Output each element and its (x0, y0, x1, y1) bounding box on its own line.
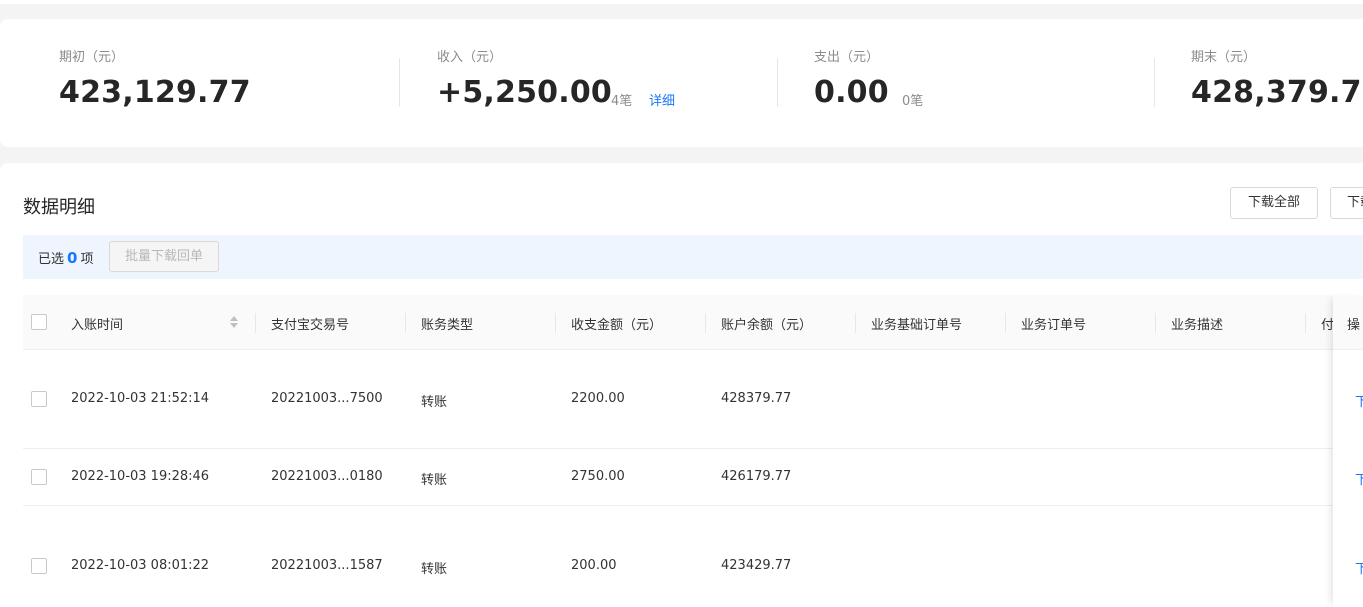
expense-count: 0笔 (902, 94, 924, 109)
table-row: 2022-10-03 08:01:22 20221003...1587 转账 2… (23, 506, 1363, 607)
opening-value: 423,129.77 (59, 75, 251, 110)
cell-balance: 426179.77 (721, 469, 792, 484)
summary-card: 期初（元） 423,129.77 收入（元） +5,250.00 4笔 详细 支… (0, 19, 1363, 147)
income-detail-link[interactable]: 详细 (649, 90, 675, 109)
column-divider (1305, 313, 1306, 333)
summary-opening: 期初（元） 423,129.77 (59, 19, 389, 147)
income-count: 4笔 (611, 94, 633, 109)
column-divider (405, 313, 406, 333)
top-strip (0, 0, 1363, 4)
selection-bar: 已选 0 项 批量下载回单 (23, 235, 1363, 279)
cell-trade-no: 20221003...0180 (271, 469, 383, 484)
download-receipt-link[interactable]: 下 (1355, 558, 1363, 577)
cell-trade-no: 20221003...7500 (271, 391, 383, 406)
table-row: 2022-10-03 21:52:14 20221003...7500 转账 2… (23, 350, 1363, 449)
selection-count: 0 (67, 249, 78, 267)
column-header-description: 业务描述 (1171, 318, 1224, 333)
column-header-order: 业务订单号 (1021, 318, 1087, 333)
row-checkbox[interactable] (31, 391, 47, 407)
download-receipt-link[interactable]: 下 (1355, 391, 1363, 410)
cell-time: 2022-10-03 19:28:46 (71, 469, 210, 484)
closing-label: 期末（元） (1191, 50, 1257, 65)
cell-type: 转账 (421, 395, 448, 410)
cell-time: 2022-10-03 08:01:22 (71, 558, 210, 573)
row-checkbox[interactable] (31, 558, 47, 574)
table-header: 入账时间 支付宝交易号 账务类型 收支金额（元） 账户余额（元） 业务基础订单号… (23, 295, 1363, 350)
operation-header-label: 操 (1347, 318, 1361, 333)
cell-balance: 428379.77 (721, 391, 792, 406)
selection-prefix: 已选 (38, 252, 65, 267)
column-divider (555, 313, 556, 333)
column-divider (855, 313, 856, 333)
summary-expense: 支出（元） 0.00 0笔 (814, 19, 1144, 147)
summary-income: 收入（元） +5,250.00 4笔 详细 (437, 19, 767, 147)
column-header-balance: 账户余额（元） (721, 318, 813, 333)
income-value: +5,250.00 (437, 75, 612, 110)
fixed-operation-column: 操 下 下 下 (1333, 295, 1363, 607)
summary-closing: 期末（元） 428,379.77 (1191, 19, 1363, 147)
batch-download-button[interactable]: 批量下载回单 (109, 241, 220, 272)
summary-divider (399, 58, 400, 107)
sort-icon[interactable] (229, 314, 239, 330)
column-divider (1005, 313, 1006, 333)
closing-value: 428,379.77 (1191, 75, 1363, 110)
summary-divider (777, 58, 778, 107)
cell-amount: 2750.00 (571, 469, 625, 484)
column-header-type: 账务类型 (421, 318, 474, 333)
download-button[interactable]: 下载 (1330, 187, 1363, 219)
summary-divider (1154, 58, 1155, 107)
column-header-base-order: 业务基础订单号 (871, 318, 963, 333)
table-row: 2022-10-03 19:28:46 20221003...0180 转账 2… (23, 449, 1363, 506)
selection-suffix: 项 (80, 252, 94, 267)
income-label: 收入（元） (437, 50, 503, 65)
column-divider (255, 313, 256, 333)
cell-amount: 2200.00 (571, 391, 625, 406)
operation-header: 操 (1333, 295, 1363, 350)
expense-label: 支出（元） (814, 50, 880, 65)
opening-label: 期初（元） (59, 50, 125, 65)
cell-time: 2022-10-03 21:52:14 (71, 391, 210, 406)
column-divider (1155, 313, 1156, 333)
column-header-trade-no: 支付宝交易号 (271, 318, 350, 333)
cell-amount: 200.00 (571, 558, 617, 573)
column-divider (705, 313, 706, 333)
select-all-checkbox[interactable] (31, 314, 47, 330)
selection-text: 已选 0 项 (38, 248, 93, 267)
expense-value: 0.00 (814, 75, 889, 110)
row-checkbox[interactable] (31, 469, 47, 485)
column-header-amount: 收支金额（元） (571, 318, 663, 333)
column-header-time[interactable]: 入账时间 (71, 314, 123, 333)
cell-type: 转账 (421, 473, 448, 488)
cell-type: 转账 (421, 562, 448, 577)
cell-trade-no: 20221003...1587 (271, 558, 383, 573)
transactions-table: 入账时间 支付宝交易号 账务类型 收支金额（元） 账户余额（元） 业务基础订单号… (23, 295, 1363, 607)
detail-title: 数据明细 (23, 197, 95, 218)
download-all-button[interactable]: 下载全部 (1230, 187, 1318, 219)
download-receipt-link[interactable]: 下 (1355, 469, 1363, 488)
detail-card: 数据明细 下载全部 下载 已选0项 批量下载回单 入账时间 支付宝交易号 账务类… (0, 163, 1363, 607)
cell-balance: 423429.77 (721, 558, 792, 573)
